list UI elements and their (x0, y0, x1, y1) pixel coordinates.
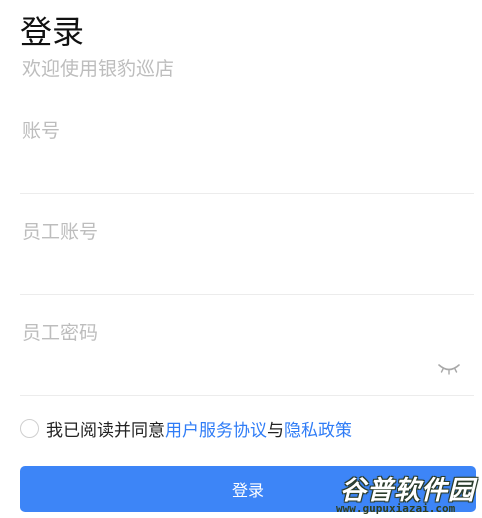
employee-password-field (20, 318, 474, 396)
account-input[interactable] (20, 116, 422, 146)
page-subtitle: 欢迎使用银豹巡店 (22, 58, 175, 80)
agreement-checkbox[interactable] (20, 418, 39, 438)
page-title: 登录 (20, 13, 85, 51)
eye-closed-icon[interactable] (438, 362, 460, 376)
employee-account-field (20, 217, 474, 295)
account-field (20, 116, 474, 194)
privacy-policy-link[interactable]: 隐私政策 (284, 416, 352, 441)
terms-of-service-link[interactable]: 用户服务协议 (165, 416, 267, 441)
employee-password-input[interactable] (20, 318, 422, 348)
login-button[interactable]: 登录 (20, 466, 476, 512)
agreement-prefix: 我已阅读并同意 (46, 420, 165, 441)
agreement-row: 我已阅读并同意 用户服务协议 与 隐私政策 (20, 416, 352, 441)
employee-account-input[interactable] (20, 217, 422, 247)
agreement-connector: 与 (267, 420, 284, 441)
